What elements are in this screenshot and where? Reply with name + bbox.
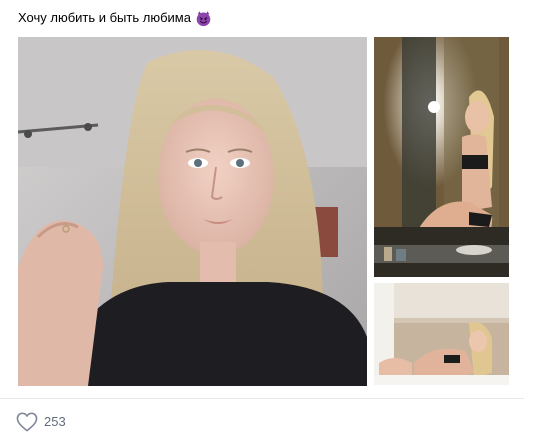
selfie-photo[interactable] <box>18 37 367 386</box>
mirror-selfie-photo[interactable] <box>374 37 509 277</box>
wall-post: Хочу любить и быть любима 253 <box>0 0 538 443</box>
actions-divider <box>0 398 524 399</box>
post-text: Хочу любить и быть любима <box>18 8 212 28</box>
heart-outline-icon <box>16 412 38 432</box>
post-text-content: Хочу любить и быть любима <box>18 10 191 25</box>
smiling-devil-emoji-icon <box>195 10 212 27</box>
like-count: 253 <box>44 414 66 429</box>
bed-photo[interactable] <box>374 283 509 385</box>
like-button[interactable]: 253 <box>16 410 66 434</box>
